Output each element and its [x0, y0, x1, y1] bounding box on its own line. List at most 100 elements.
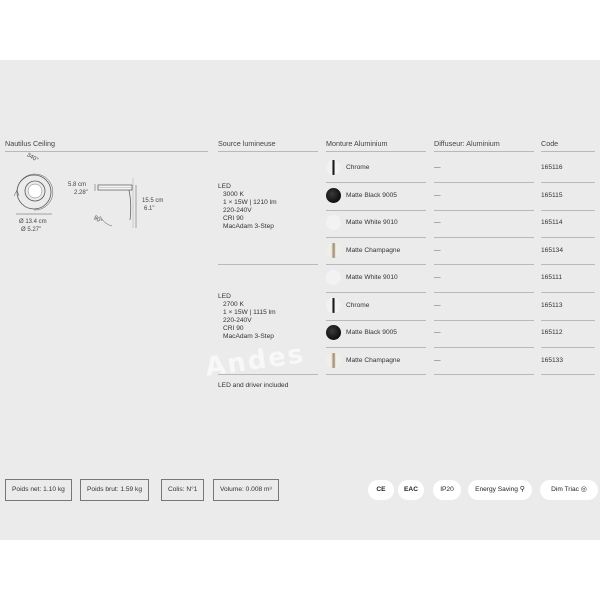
- row-divider: [326, 237, 426, 238]
- diffuser-value: —: [434, 274, 441, 281]
- header-divider: [5, 151, 208, 152]
- spec-power: 1 × 15W | 1210 lm: [223, 199, 277, 206]
- header-code: Code: [541, 139, 559, 148]
- swatch-white: [326, 270, 341, 285]
- row-divider: [541, 210, 595, 211]
- energy-saving-badge: Energy Saving ⚲: [468, 480, 532, 500]
- row-divider: [434, 374, 534, 375]
- header-divider: [326, 151, 426, 152]
- diffuser-value: —: [434, 164, 441, 171]
- product-code: 165111: [541, 274, 563, 281]
- header-divider: [541, 151, 595, 152]
- energy-saving-label: Energy Saving: [475, 486, 518, 493]
- row-divider: [434, 182, 534, 183]
- height-in: 2.28": [74, 190, 88, 196]
- height-cm: 5.8 cm: [68, 182, 87, 188]
- swatch-champagne: [326, 243, 341, 258]
- footnote: LED and driver included: [218, 382, 289, 389]
- swatch-black: [326, 188, 341, 203]
- eac-mark: EAC: [398, 480, 424, 500]
- ce-mark: CE: [368, 480, 394, 500]
- row-divider: [434, 347, 534, 348]
- spec-cri: CRI 90: [223, 325, 244, 332]
- row-divider: [434, 264, 534, 265]
- swatch-white: [326, 215, 341, 230]
- header-divider: [434, 151, 534, 152]
- header-source: Source lumineuse: [218, 139, 276, 148]
- diffuser-value: —: [434, 219, 441, 226]
- row-divider: [326, 374, 426, 375]
- swatch-champagne: [326, 353, 341, 368]
- row-divider: [541, 320, 595, 321]
- row-divider: [434, 292, 534, 293]
- product-code: 165114: [541, 219, 563, 226]
- row-divider: [326, 182, 426, 183]
- product-code: 165133: [541, 357, 564, 364]
- diameter-in: Ø 5.27": [21, 227, 42, 233]
- swatch-chrome: [326, 160, 341, 175]
- row-divider: [326, 210, 426, 211]
- row-divider: [541, 374, 595, 375]
- ip-rating: IP20: [433, 480, 461, 500]
- row-divider: [326, 320, 426, 321]
- row-divider: [434, 320, 534, 321]
- lightbulb-icon: ⚲: [519, 486, 525, 493]
- finish-name: Matte Champagne: [346, 247, 401, 254]
- row-divider: [541, 292, 595, 293]
- finish-name: Chrome: [346, 302, 370, 309]
- product-code: 165112: [541, 329, 563, 336]
- row-divider: [434, 210, 534, 211]
- diffuser-value: —: [434, 247, 441, 254]
- diffuser-value: —: [434, 357, 441, 364]
- finish-name: Matte White 9010: [346, 219, 398, 226]
- swatch-chrome: [326, 298, 341, 313]
- dim-triac-badge: Dim Triac ◎: [540, 480, 598, 500]
- dimmer-icon: ◎: [580, 486, 587, 493]
- diffuser-value: —: [434, 302, 441, 309]
- gross-weight-box: Poids brut: 1.59 kg: [80, 479, 149, 501]
- volume-box: Volume: 0.008 m³: [213, 479, 279, 501]
- spec-cct: 3000 K: [223, 191, 244, 198]
- led-type: LED: [218, 293, 231, 300]
- spec-macadam: MacAdam 3-Step: [223, 333, 274, 340]
- diameter-cm: Ø 13.4 cm: [19, 219, 47, 225]
- spec-power: 1 × 15W | 1115 lm: [223, 309, 276, 316]
- header-diffuser: Diffuseur: Aluminium: [434, 139, 500, 148]
- spec-macadam: MacAdam 3-Step: [223, 223, 274, 230]
- header-frame: Monture Aluminium: [326, 139, 388, 148]
- finish-name: Matte Champagne: [346, 357, 401, 364]
- diffuser-value: —: [434, 329, 441, 336]
- spec-cri: CRI 90: [223, 215, 244, 222]
- group-divider: [218, 264, 318, 265]
- row-divider: [541, 264, 595, 265]
- row-divider: [326, 292, 426, 293]
- finish-name: Matte Black 9005: [346, 192, 397, 199]
- net-weight-box: Poids net: 1.10 kg: [5, 479, 72, 501]
- row-divider: [541, 347, 595, 348]
- row-divider: [326, 264, 426, 265]
- finish-name: Chrome: [346, 164, 370, 171]
- spec-sheet: Nautilus Ceiling Source lumineuse Montur…: [0, 60, 600, 540]
- parcels-box: Colis: N°1: [161, 479, 205, 501]
- dim-triac-label: Dim Triac: [551, 486, 579, 493]
- brand-watermark: Andes: [203, 339, 307, 383]
- length-in: 6.1": [144, 206, 155, 212]
- swatch-black: [326, 325, 341, 340]
- row-divider: [326, 347, 426, 348]
- spec-voltage: 220-240V: [223, 317, 252, 324]
- header-product: Nautilus Ceiling: [5, 139, 55, 148]
- spec-voltage: 220-240V: [223, 207, 252, 214]
- row-divider: [541, 237, 595, 238]
- spec-cct: 2700 K: [223, 301, 244, 308]
- diffuser-value: —: [434, 192, 441, 199]
- product-code: 165134: [541, 247, 564, 254]
- finish-name: Matte White 9010: [346, 274, 398, 281]
- product-code: 165115: [541, 192, 563, 199]
- product-code: 165113: [541, 302, 563, 309]
- header-divider: [218, 151, 318, 152]
- top-view: [13, 173, 54, 215]
- led-type: LED: [218, 183, 231, 190]
- finish-name: Matte Black 9005: [346, 329, 397, 336]
- product-code: 165116: [541, 164, 563, 171]
- row-divider: [434, 237, 534, 238]
